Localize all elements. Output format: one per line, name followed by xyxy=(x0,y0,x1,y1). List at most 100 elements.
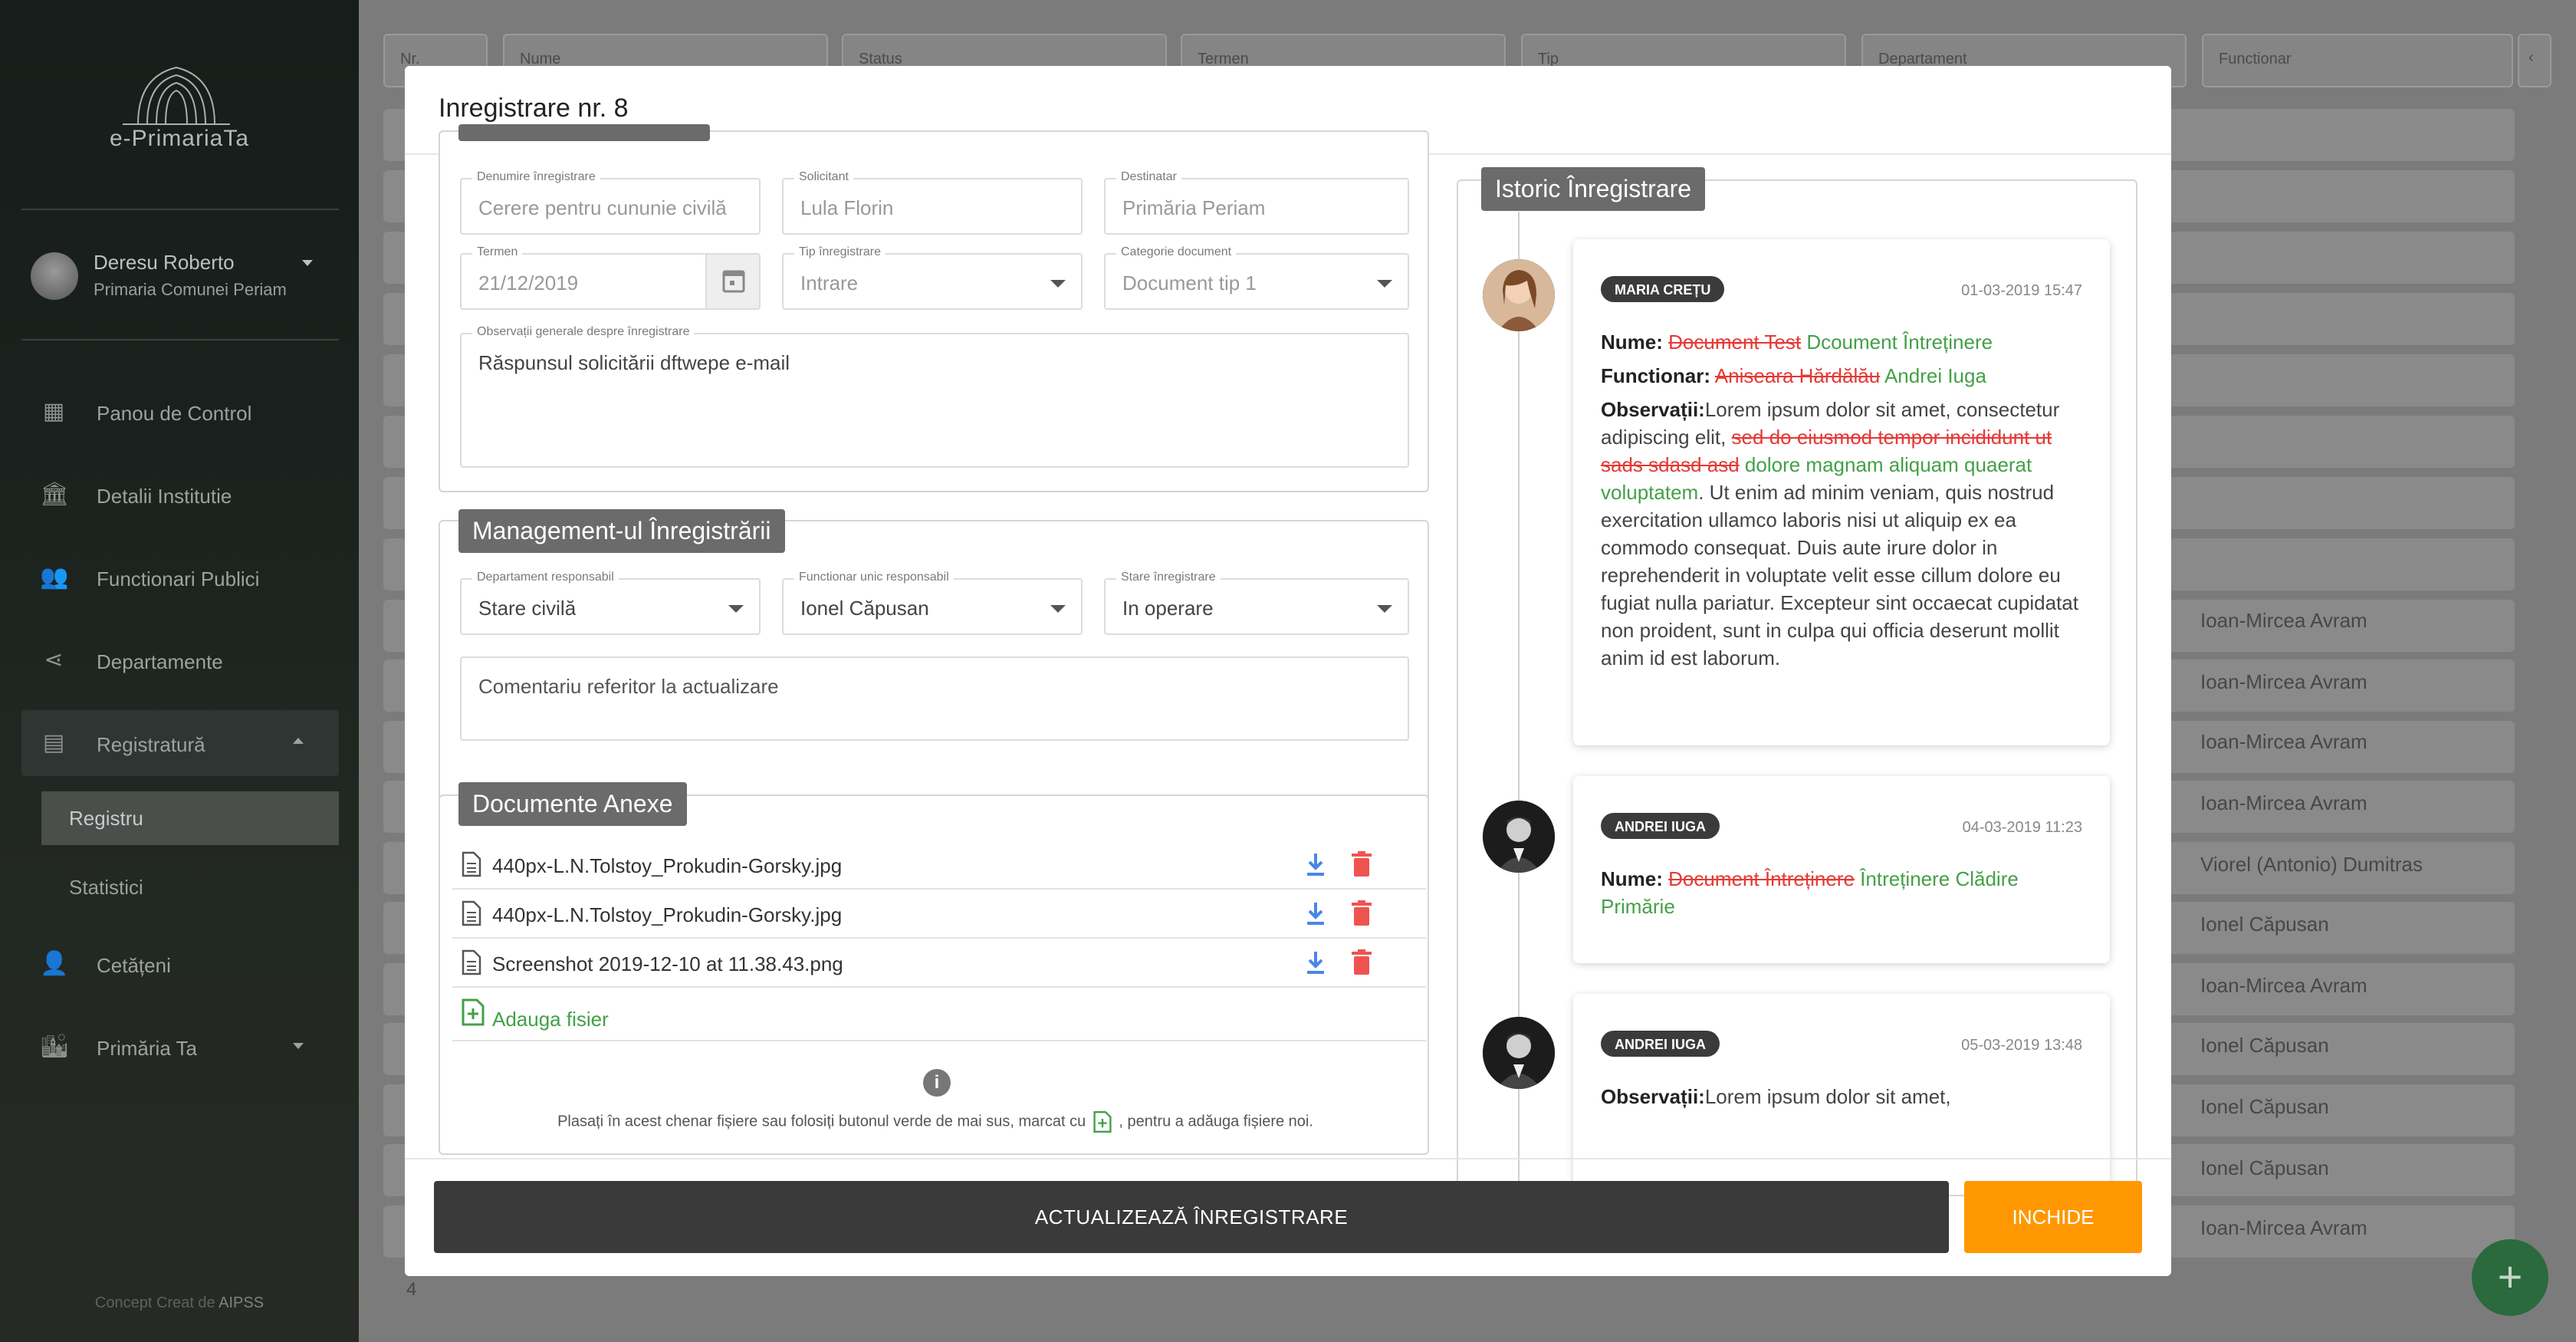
collapse-chevron-icon[interactable]: ‹ xyxy=(2518,34,2551,87)
user-profile[interactable]: Deresu Roberto Primaria Comunei Periam xyxy=(31,249,337,303)
nav-label: Functionari Publici xyxy=(97,567,260,590)
subnav-registru[interactable]: Registru xyxy=(41,791,339,845)
comment-input[interactable]: Comentariu referitor la actualizare xyxy=(460,656,1409,741)
functionar-select[interactable]: Functionar unic responsabil Ionel Căpusa… xyxy=(782,571,1083,635)
registration-modal: Inregistrare nr. 8 Denumire înregistrare… xyxy=(405,66,2171,1276)
nav-label: Cetățeni xyxy=(97,954,171,977)
old-value: Document Întreținere xyxy=(1668,867,1855,890)
history-title: Istoric Înregistrare xyxy=(1481,167,1706,211)
change-label: Observații: xyxy=(1601,398,1705,421)
old-value: Document Test xyxy=(1668,331,1802,354)
tip-field[interactable]: Tip înregistrare Intrare xyxy=(782,245,1083,310)
row-functionar: Ioan-Mircea Avram xyxy=(2200,670,2367,693)
stare-select[interactable]: Stare înregistrare In operare xyxy=(1104,571,1409,635)
dropdown-arrow-icon xyxy=(1050,605,1066,613)
history-date: 04-03-2019 11:23 xyxy=(1962,819,2082,836)
nav-detalii-institutie[interactable]: 🏛 Detalii Institutie xyxy=(21,462,339,528)
app-name: e-PrimariaTa xyxy=(109,126,250,151)
file-name[interactable]: 440px-L.N.Tolstoy_Prokudin-Gorsky.jpg xyxy=(492,854,842,878)
documents-section: Documente Anexe 440px-L.N.Tolstoy_Prokud… xyxy=(439,782,1431,1155)
change-label: Nume: xyxy=(1601,867,1663,890)
hint-text: Plasați în acest chenar fișiere sau folo… xyxy=(557,1113,1086,1130)
nav-cetateni[interactable]: 👤 Cetățeni xyxy=(21,931,339,997)
sidebar-divider xyxy=(21,209,339,210)
file-name[interactable]: 440px-L.N.Tolstoy_Prokudin-Gorsky.jpg xyxy=(492,903,842,927)
update-button[interactable]: ACTUALIZEAZĂ ÎNREGISTRARE xyxy=(434,1181,1949,1253)
add-fab-button[interactable]: + xyxy=(2472,1239,2548,1316)
row-functionar: Ionel Căpusan xyxy=(2200,913,2329,936)
field-label: Destinatar xyxy=(1116,170,1181,184)
delete-icon[interactable] xyxy=(1351,851,1372,877)
footer-prefix: Concept Creat de xyxy=(94,1294,215,1311)
delete-icon[interactable] xyxy=(1351,949,1372,975)
download-icon[interactable] xyxy=(1303,949,1328,975)
file-icon xyxy=(462,900,481,926)
chevron-down-icon[interactable] xyxy=(302,260,313,266)
nav-departamente[interactable]: ⋖ Departamente xyxy=(21,627,339,693)
departament-select[interactable]: Departament responsabil Stare civilă xyxy=(460,571,761,635)
download-icon[interactable] xyxy=(1303,900,1328,926)
file-icon xyxy=(462,851,481,877)
field-label: Functionar unic responsabil xyxy=(794,571,954,584)
add-file-icon xyxy=(1093,1111,1112,1133)
history-changes: Observații:Lorem ipsum dolor sit amet, xyxy=(1601,1083,2088,1110)
nav-panou-control[interactable]: ▦ Panou de Control xyxy=(21,379,339,445)
field-value: Cerere pentru cununie civilă xyxy=(478,196,727,219)
avatar xyxy=(31,252,78,300)
destinatar-field[interactable]: Destinatar Primăria Periam xyxy=(1104,170,1409,235)
change-label: Functionar: xyxy=(1601,364,1710,387)
author-badge: ANDREI IUGA xyxy=(1601,813,1720,839)
subnav-label: Registru xyxy=(69,807,143,830)
dropdown-arrow-icon xyxy=(1050,280,1066,288)
citizens-icon: 👤 xyxy=(40,951,69,976)
filter-functionar[interactable]: Functionar xyxy=(2202,34,2513,87)
nav-registratura[interactable]: ▤ Registratură xyxy=(21,710,339,776)
row-functionar: Ionel Căpusan xyxy=(2200,1034,2329,1057)
chevron-up-icon xyxy=(293,738,304,744)
subnav-label: Statistici xyxy=(69,876,143,899)
history-date: 05-03-2019 13:48 xyxy=(1961,1037,2082,1054)
add-file-button[interactable]: Adauga fisier xyxy=(452,988,1426,1041)
city-logo-icon xyxy=(123,66,230,125)
row-functionar: Ioan-Mircea Avram xyxy=(2200,609,2367,632)
field-value: Stare civilă xyxy=(478,597,577,620)
field-label: Observații generale despre înregistrare xyxy=(472,325,695,339)
termen-field[interactable]: Termen 21/12/2019 xyxy=(460,245,761,310)
nav-label: Departamente xyxy=(97,650,223,673)
new-value: Dcoument Întreținere xyxy=(1806,331,1993,354)
download-icon[interactable] xyxy=(1303,851,1328,877)
row-functionar: Ioan-Mircea Avram xyxy=(2200,730,2367,753)
sidebar-divider xyxy=(21,339,339,340)
dropdown-arrow-icon xyxy=(728,605,744,613)
file-name[interactable]: Screenshot 2019-12-10 at 11.38.43.png xyxy=(492,952,843,976)
new-value: Andrei Iuga xyxy=(1884,364,1986,387)
old-value: Aniseara Hărdălău xyxy=(1714,364,1881,387)
field-value: Lula Florin xyxy=(800,196,894,219)
subnav-statistici[interactable]: Statistici xyxy=(41,860,339,914)
file-icon xyxy=(462,949,481,975)
close-button[interactable]: INCHIDE xyxy=(1964,1181,2142,1253)
footer-credit: Concept Creat de AIPSS xyxy=(0,1294,359,1312)
modal-footer-divider xyxy=(405,1158,2171,1159)
delete-icon[interactable] xyxy=(1351,900,1372,926)
change-label: Nume: xyxy=(1601,331,1663,354)
nav-primaria-ta[interactable]: 🏙 Primăria Ta xyxy=(21,1014,339,1080)
field-label: Denumire înregistrare xyxy=(472,170,600,184)
drop-hint: Plasați în acest chenar fișiere sau folo… xyxy=(440,1110,1431,1133)
row-functionar: Ioan-Mircea Avram xyxy=(2200,1216,2367,1239)
denumire-field[interactable]: Denumire înregistrare Cerere pentru cunu… xyxy=(460,170,761,235)
sidebar: e-PrimariaTa Deresu Roberto Primaria Com… xyxy=(0,0,359,1342)
calendar-icon[interactable] xyxy=(705,255,759,308)
hint-text: , pentru a adăuga fișiere noi. xyxy=(1119,1113,1313,1130)
categorie-field[interactable]: Categorie document Document tip 1 xyxy=(1104,245,1409,310)
file-row: 440px-L.N.Tolstoy_Prokudin-Gorsky.jpg xyxy=(452,890,1426,939)
solicitant-field[interactable]: Solicitant Lula Florin xyxy=(782,170,1083,235)
field-value: Ionel Căpusan xyxy=(800,597,929,620)
observatii-field[interactable]: Observații generale despre înregistrare … xyxy=(460,325,1409,468)
footer-brand[interactable]: AIPSS xyxy=(219,1294,264,1311)
institution-icon: 🏛 xyxy=(40,482,70,507)
row-functionar: Ionel Căpusan xyxy=(2200,1095,2329,1118)
nav-functionari-publici[interactable]: 👥 Functionari Publici xyxy=(21,544,339,610)
dropdown-arrow-icon xyxy=(1377,280,1392,288)
file-row: 440px-L.N.Tolstoy_Prokudin-Gorsky.jpg xyxy=(452,840,1426,890)
